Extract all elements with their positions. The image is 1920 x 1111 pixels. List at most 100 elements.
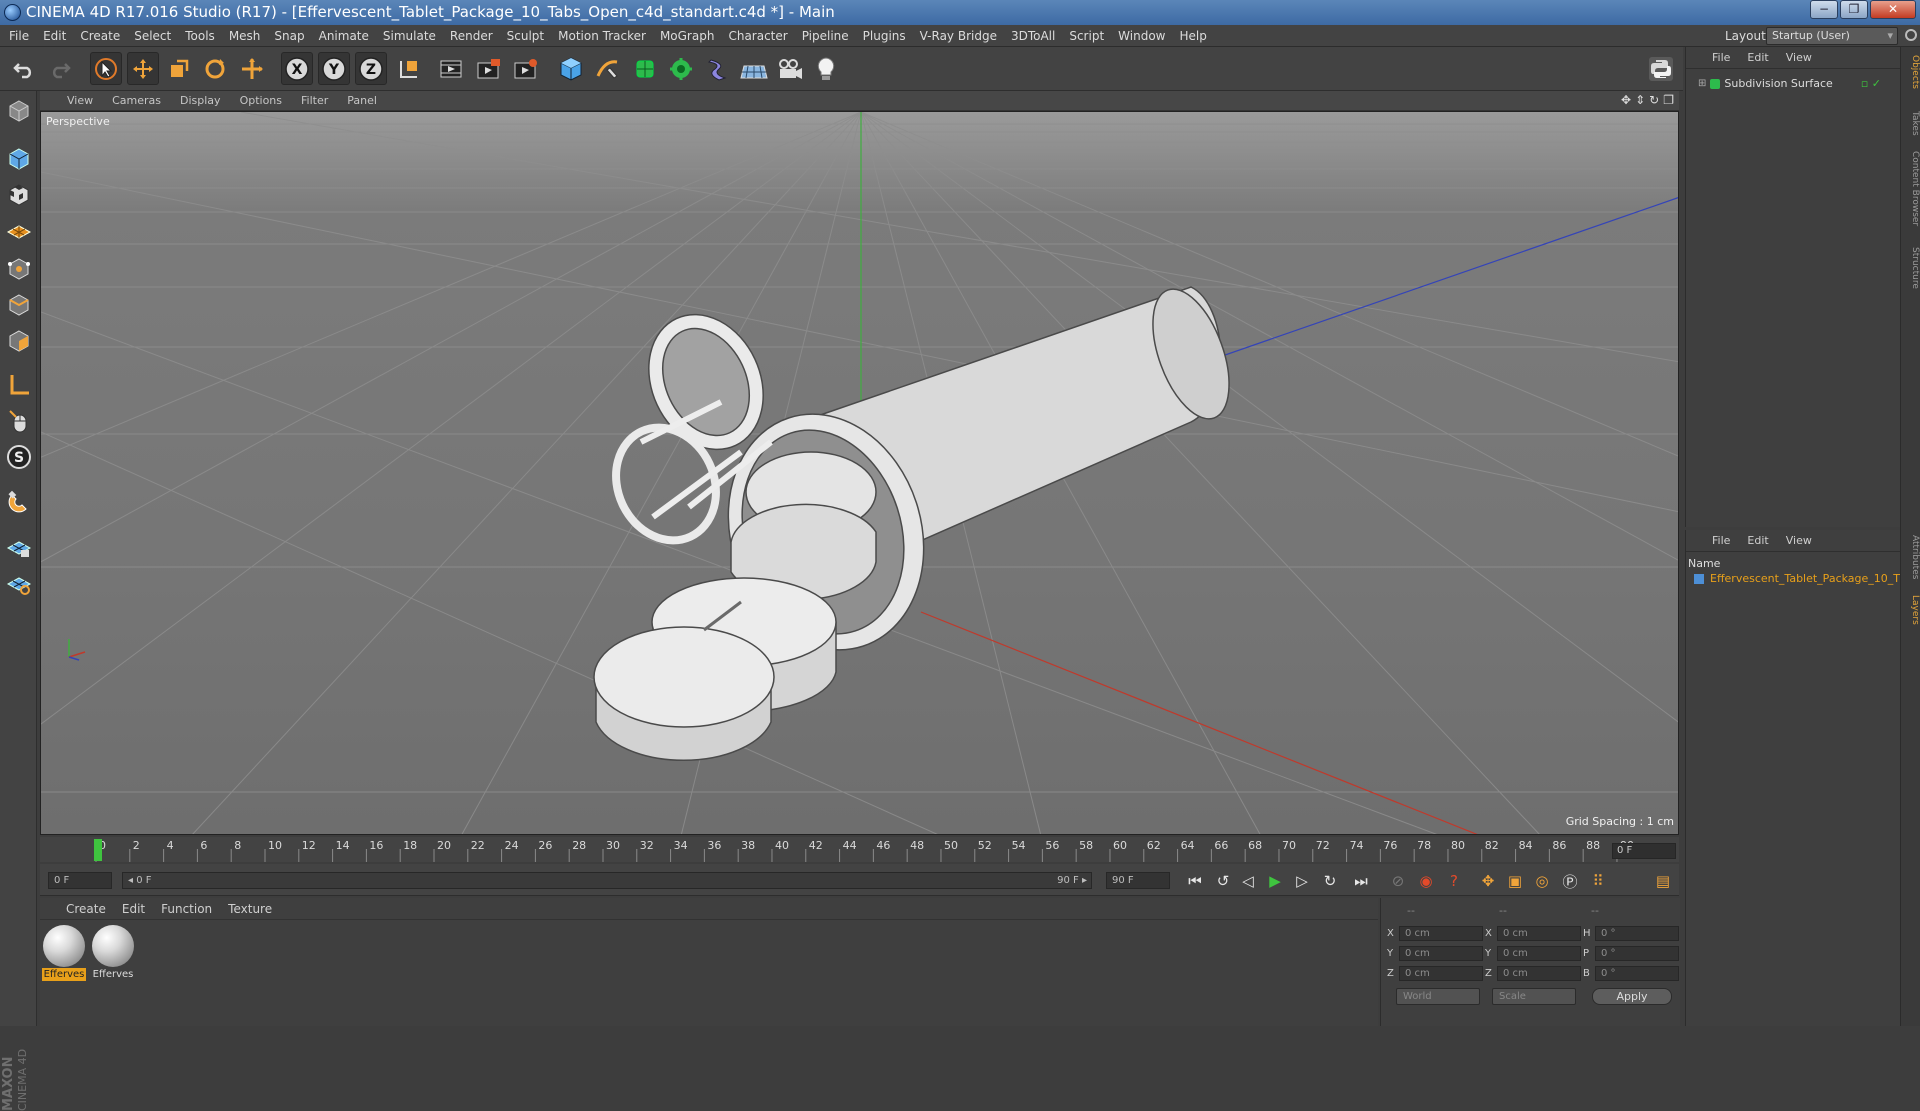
add-spline-pen-button[interactable] bbox=[592, 52, 624, 85]
record-keys-button[interactable]: ⊘ bbox=[1386, 870, 1410, 892]
object-menu-view[interactable]: View bbox=[1786, 51, 1812, 64]
viewport-menu-view[interactable]: View bbox=[67, 94, 93, 107]
play-forward-button[interactable]: ▶ bbox=[1263, 870, 1287, 892]
tab-objects[interactable]: Objects bbox=[1902, 55, 1920, 89]
tab-attributes[interactable]: Attributes bbox=[1902, 535, 1920, 579]
rotate-tool-button[interactable] bbox=[199, 52, 231, 85]
current-frame-marker[interactable] bbox=[94, 839, 102, 861]
undo-button[interactable] bbox=[8, 52, 40, 85]
layer-menu-edit[interactable]: Edit bbox=[1747, 534, 1768, 547]
visibility-check-icon[interactable]: ▫ ✓ bbox=[1861, 77, 1881, 90]
key-parameter-button[interactable]: Ⓟ bbox=[1558, 870, 1582, 892]
key-position-button[interactable]: ✥ bbox=[1476, 870, 1500, 892]
make-editable-button[interactable] bbox=[3, 95, 34, 126]
frame-range-slider[interactable]: ◂ 0 F 90 F ▸ bbox=[122, 872, 1092, 889]
edges-mode-button[interactable] bbox=[3, 289, 34, 320]
size-y-field[interactable]: 0 cm bbox=[1497, 946, 1581, 961]
size-z-field[interactable]: 0 cm bbox=[1497, 966, 1581, 981]
menu-select[interactable]: Select bbox=[134, 29, 171, 43]
material-menu-create[interactable]: Create bbox=[66, 902, 106, 916]
menu-window[interactable]: Window bbox=[1118, 29, 1165, 43]
viewport-menu-options[interactable]: Options bbox=[240, 94, 282, 107]
material-swatch[interactable]: Efferves bbox=[91, 924, 135, 982]
add-cloner-button[interactable] bbox=[665, 52, 697, 85]
timeline-ruler[interactable]: 0246810121416182022242628303234363840424… bbox=[40, 837, 1679, 862]
current-frame-field[interactable]: 0 F bbox=[48, 872, 112, 889]
material-menu-edit[interactable]: Edit bbox=[122, 902, 145, 916]
viewport-camera-label[interactable]: Perspective bbox=[46, 115, 110, 128]
add-subdivision-surface-button[interactable] bbox=[629, 52, 661, 85]
axis-mode-button[interactable] bbox=[3, 369, 34, 400]
planar-workplane-button[interactable] bbox=[3, 567, 34, 598]
menu-vray-bridge[interactable]: V-Ray Bridge bbox=[920, 29, 997, 43]
menu-animate[interactable]: Animate bbox=[319, 29, 369, 43]
key-scale-button[interactable]: ▣ bbox=[1503, 870, 1527, 892]
next-key-button[interactable]: ↻ bbox=[1318, 870, 1342, 892]
layout-select[interactable]: Startup (User) bbox=[1766, 27, 1898, 45]
add-light-button[interactable] bbox=[810, 52, 842, 85]
viewport-dolly-icon[interactable]: ⇕ bbox=[1635, 93, 1645, 107]
go-to-start-button[interactable]: ⏮ bbox=[1183, 870, 1207, 892]
rotation-b-field[interactable]: 0 ° bbox=[1595, 966, 1679, 981]
select-tool-button[interactable] bbox=[90, 52, 122, 85]
menu-sculpt[interactable]: Sculpt bbox=[507, 29, 544, 43]
autokeying-button[interactable]: ◉ bbox=[1414, 870, 1438, 892]
maximize-button[interactable]: ❐ bbox=[1840, 0, 1868, 19]
keyframe-selection-button[interactable]: ? bbox=[1442, 870, 1466, 892]
minimize-button[interactable]: − bbox=[1810, 0, 1838, 19]
layer-menu-file[interactable]: File bbox=[1712, 534, 1730, 547]
position-z-field[interactable]: 0 cm bbox=[1399, 966, 1483, 981]
next-frame-button[interactable]: ▷ bbox=[1290, 870, 1314, 892]
menu-help[interactable]: Help bbox=[1179, 29, 1206, 43]
workplane-mode-button[interactable] bbox=[3, 215, 34, 246]
viewport-pan-icon[interactable]: ✥ bbox=[1621, 93, 1631, 107]
tab-layers[interactable]: Layers bbox=[1902, 595, 1920, 625]
apply-button[interactable]: Apply bbox=[1592, 988, 1672, 1005]
menu-simulate[interactable]: Simulate bbox=[383, 29, 436, 43]
texture-mode-button[interactable] bbox=[3, 179, 34, 210]
render-view-button[interactable] bbox=[436, 52, 468, 85]
position-x-field[interactable]: 0 cm bbox=[1399, 926, 1483, 941]
object-menu-file[interactable]: File bbox=[1712, 51, 1730, 64]
add-deformer-button[interactable] bbox=[702, 52, 734, 85]
menu-pipeline[interactable]: Pipeline bbox=[802, 29, 849, 43]
layer-row[interactable]: Effervescent_Tablet_Package_10_T bbox=[1694, 572, 1900, 585]
tab-structure[interactable]: Structure bbox=[1902, 247, 1920, 289]
timeline-window-button[interactable]: ▤ bbox=[1651, 870, 1675, 892]
size-x-field[interactable]: 0 cm bbox=[1497, 926, 1581, 941]
viewport-orbit-icon[interactable]: ↻ bbox=[1649, 93, 1659, 107]
tab-takes[interactable]: Takes bbox=[1902, 111, 1920, 136]
viewport-menu-panel[interactable]: Panel bbox=[347, 94, 377, 107]
timeline-end-frame[interactable]: 0 F bbox=[1612, 843, 1676, 859]
viewport-menu-cameras[interactable]: Cameras bbox=[112, 94, 161, 107]
go-to-end-button[interactable]: ⏭ bbox=[1349, 870, 1373, 892]
menu-snap[interactable]: Snap bbox=[274, 29, 304, 43]
menu-character[interactable]: Character bbox=[728, 29, 787, 43]
object-row[interactable]: ⊞ Subdivision Surface ▫ ✓ bbox=[1698, 77, 1881, 90]
snapping-button[interactable]: S bbox=[3, 441, 34, 472]
redo-button[interactable] bbox=[44, 52, 76, 85]
layer-name-column-header[interactable]: Name bbox=[1688, 557, 1720, 570]
polygons-mode-button[interactable] bbox=[3, 325, 34, 356]
add-cube-button[interactable] bbox=[555, 52, 587, 85]
enable-snap-button[interactable] bbox=[3, 486, 34, 517]
close-button[interactable]: ✕ bbox=[1870, 0, 1916, 19]
move-tool-button[interactable] bbox=[127, 52, 159, 85]
model-mode-button[interactable] bbox=[3, 143, 34, 174]
viewport-menu-display[interactable]: Display bbox=[180, 94, 221, 107]
search-icon[interactable] bbox=[1905, 29, 1917, 41]
key-rotation-button[interactable]: ◎ bbox=[1530, 870, 1554, 892]
menu-plugins[interactable]: Plugins bbox=[863, 29, 906, 43]
material-menu-function[interactable]: Function bbox=[161, 902, 212, 916]
transform-tool-button[interactable] bbox=[236, 52, 268, 85]
expand-icon[interactable]: ⊞ bbox=[1698, 78, 1706, 89]
object-menu-edit[interactable]: Edit bbox=[1747, 51, 1768, 64]
edit-render-settings-button[interactable] bbox=[510, 52, 542, 85]
menu-edit[interactable]: Edit bbox=[43, 29, 66, 43]
add-camera-button[interactable] bbox=[774, 52, 806, 85]
rotation-p-field[interactable]: 0 ° bbox=[1595, 946, 1679, 961]
locked-workplane-button[interactable] bbox=[3, 531, 34, 562]
coordinate-mode-select[interactable]: World bbox=[1396, 988, 1480, 1005]
menu-mesh[interactable]: Mesh bbox=[229, 29, 261, 43]
z-axis-lock-button[interactable]: Z bbox=[355, 52, 387, 85]
